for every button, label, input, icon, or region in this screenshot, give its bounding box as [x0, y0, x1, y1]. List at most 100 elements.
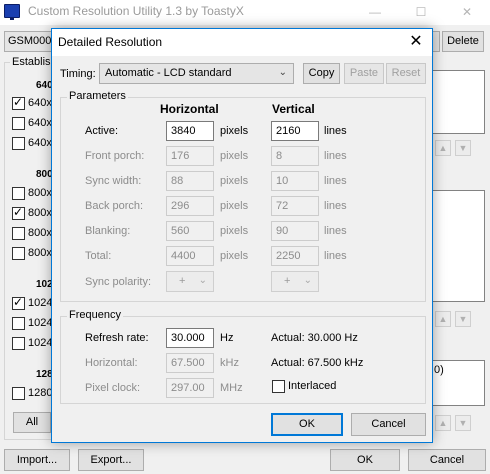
move-down-icon[interactable]: ▼	[455, 415, 471, 431]
resolution-label: 640x	[28, 97, 52, 109]
checkbox[interactable]	[12, 387, 25, 400]
param-label-active: Active:	[85, 125, 119, 137]
back-porch-horizontal-input[interactable]: 296	[166, 196, 214, 216]
horizontal-actual-text: Actual: 67.500 kHz	[271, 357, 364, 369]
extension-block-item: 0)	[434, 364, 444, 376]
checkbox[interactable]	[12, 117, 25, 130]
move-up-icon[interactable]: ▲	[435, 311, 451, 327]
frequency-group-title: Frequency	[67, 309, 123, 321]
back-porch-vertical-input[interactable]: 72	[271, 196, 319, 216]
move-up-icon[interactable]: ▲	[435, 415, 451, 431]
resolution-label: 1024	[28, 317, 53, 329]
sync-polarity-v-value: +	[284, 275, 291, 287]
close-icon[interactable]: ✕	[406, 32, 426, 52]
all-button[interactable]: All	[13, 412, 51, 433]
pixel-clock-label: Pixel clock:	[85, 382, 141, 394]
unit-label: pixels	[220, 200, 249, 212]
sync-width-horizontal-input[interactable]: 88	[166, 171, 214, 191]
unit-label: pixels	[220, 250, 249, 262]
chevron-down-icon: ⌄	[303, 275, 312, 286]
checkbox[interactable]	[12, 137, 25, 150]
unit-label: lines	[324, 175, 347, 187]
horizontal-unit-label: kHz	[220, 357, 239, 369]
checkbox[interactable]	[12, 337, 25, 350]
unit-label: pixels	[220, 125, 249, 137]
monitor-app-icon	[4, 4, 20, 20]
paste-button[interactable]: Paste	[344, 63, 384, 84]
checkbox[interactable]	[12, 227, 25, 240]
front-porch-vertical-input[interactable]: 8	[271, 146, 319, 166]
refresh-actual-text: Actual: 30.000 Hz	[271, 332, 358, 344]
standard-resolutions-list[interactable]	[433, 190, 485, 302]
total-vertical-input[interactable]: 2250	[271, 246, 319, 266]
main-ok-button[interactable]: OK	[330, 449, 400, 471]
param-label-sync-width: Sync width:	[85, 175, 142, 187]
unit-label: pixels	[220, 225, 249, 237]
sync-width-vertical-input[interactable]: 10	[271, 171, 319, 191]
checkbox[interactable]	[12, 247, 25, 260]
maximize-icon[interactable]: ☐	[398, 0, 444, 25]
param-label-back-porch: Back porch:	[85, 200, 144, 212]
dialog-ok-button[interactable]: OK	[271, 413, 343, 436]
sync-polarity-vertical-select[interactable]: + ⌄	[271, 271, 319, 292]
dialog-cancel-button[interactable]: Cancel	[351, 413, 426, 436]
unit-label: lines	[324, 125, 347, 137]
unit-label: lines	[324, 250, 347, 262]
import-button[interactable]: Import...	[4, 449, 70, 471]
move-up-icon[interactable]: ▲	[435, 140, 451, 156]
checkbox[interactable]	[12, 317, 25, 330]
timing-select[interactable]: Automatic - LCD standard ⌄	[99, 63, 294, 84]
close-window-icon[interactable]: ✕	[444, 0, 490, 25]
refresh-rate-label: Refresh rate:	[85, 332, 149, 344]
column-header-vertical: Vertical	[272, 102, 315, 116]
checkbox[interactable]	[12, 95, 25, 110]
blanking-horizontal-input[interactable]: 560	[166, 221, 214, 241]
export-button[interactable]: Export...	[78, 449, 144, 471]
horizontal-frequency-input[interactable]: 67.500	[166, 353, 214, 373]
timing-value: Automatic - LCD standard	[105, 67, 232, 79]
pixel-clock-unit-label: MHz	[220, 382, 243, 394]
interlaced-checkbox-row[interactable]: Interlaced	[272, 380, 362, 394]
front-porch-horizontal-input[interactable]: 176	[166, 146, 214, 166]
resolution-label: 1024	[28, 297, 53, 309]
total-horizontal-input[interactable]: 4400	[166, 246, 214, 266]
pixel-clock-input[interactable]: 297.00	[166, 378, 214, 398]
param-label-sync-polarity: Sync polarity:	[85, 276, 152, 288]
main-cancel-button[interactable]: Cancel	[408, 449, 486, 471]
minimize-icon[interactable]: —	[352, 0, 398, 25]
monitor-select[interactable]: GSM0001	[4, 31, 56, 52]
dialog-titlebar: Detailed Resolution ✕	[52, 29, 432, 56]
unit-label: lines	[324, 200, 347, 212]
param-label-total: Total:	[85, 250, 112, 262]
interlaced-checkbox[interactable]	[272, 380, 285, 393]
copy-button[interactable]: Copy	[303, 63, 340, 84]
main-titlebar: Custom Resolution Utility 1.3 by ToastyX…	[0, 0, 490, 25]
unit-label: lines	[324, 225, 347, 237]
resolution-label: 1280	[28, 387, 53, 399]
checkbox[interactable]	[12, 187, 25, 200]
resolution-label: 800x	[28, 227, 52, 239]
parameters-group-title: Parameters	[67, 90, 128, 102]
refresh-rate-input[interactable]: 30.000	[166, 328, 214, 348]
refresh-unit-label: Hz	[220, 332, 234, 344]
reset-button[interactable]: Reset	[386, 63, 426, 84]
detailed-resolution-dialog: Detailed Resolution ✕ Timing: Automatic …	[51, 28, 433, 443]
checkbox[interactable]	[12, 295, 25, 310]
resolution-label: 1024	[28, 337, 53, 349]
resolution-label: 800x	[28, 187, 52, 199]
param-label-front-porch: Front porch:	[85, 150, 145, 162]
resolution-label: 800x	[28, 207, 52, 219]
edit-button[interactable]	[432, 31, 440, 52]
active-vertical-input[interactable]: 2160	[271, 121, 319, 141]
blanking-vertical-input[interactable]: 90	[271, 221, 319, 241]
delete-button[interactable]: Delete	[442, 31, 484, 52]
resolution-label: 640x	[28, 117, 52, 129]
move-down-icon[interactable]: ▼	[455, 311, 471, 327]
checkbox[interactable]	[12, 205, 25, 220]
sync-polarity-horizontal-select[interactable]: + ⌄	[166, 271, 214, 292]
detailed-resolutions-list[interactable]	[433, 70, 485, 134]
active-horizontal-input[interactable]: 3840	[166, 121, 214, 141]
unit-label: pixels	[220, 175, 249, 187]
move-down-icon[interactable]: ▼	[455, 140, 471, 156]
extension-blocks-list[interactable]: 0)	[433, 360, 485, 406]
